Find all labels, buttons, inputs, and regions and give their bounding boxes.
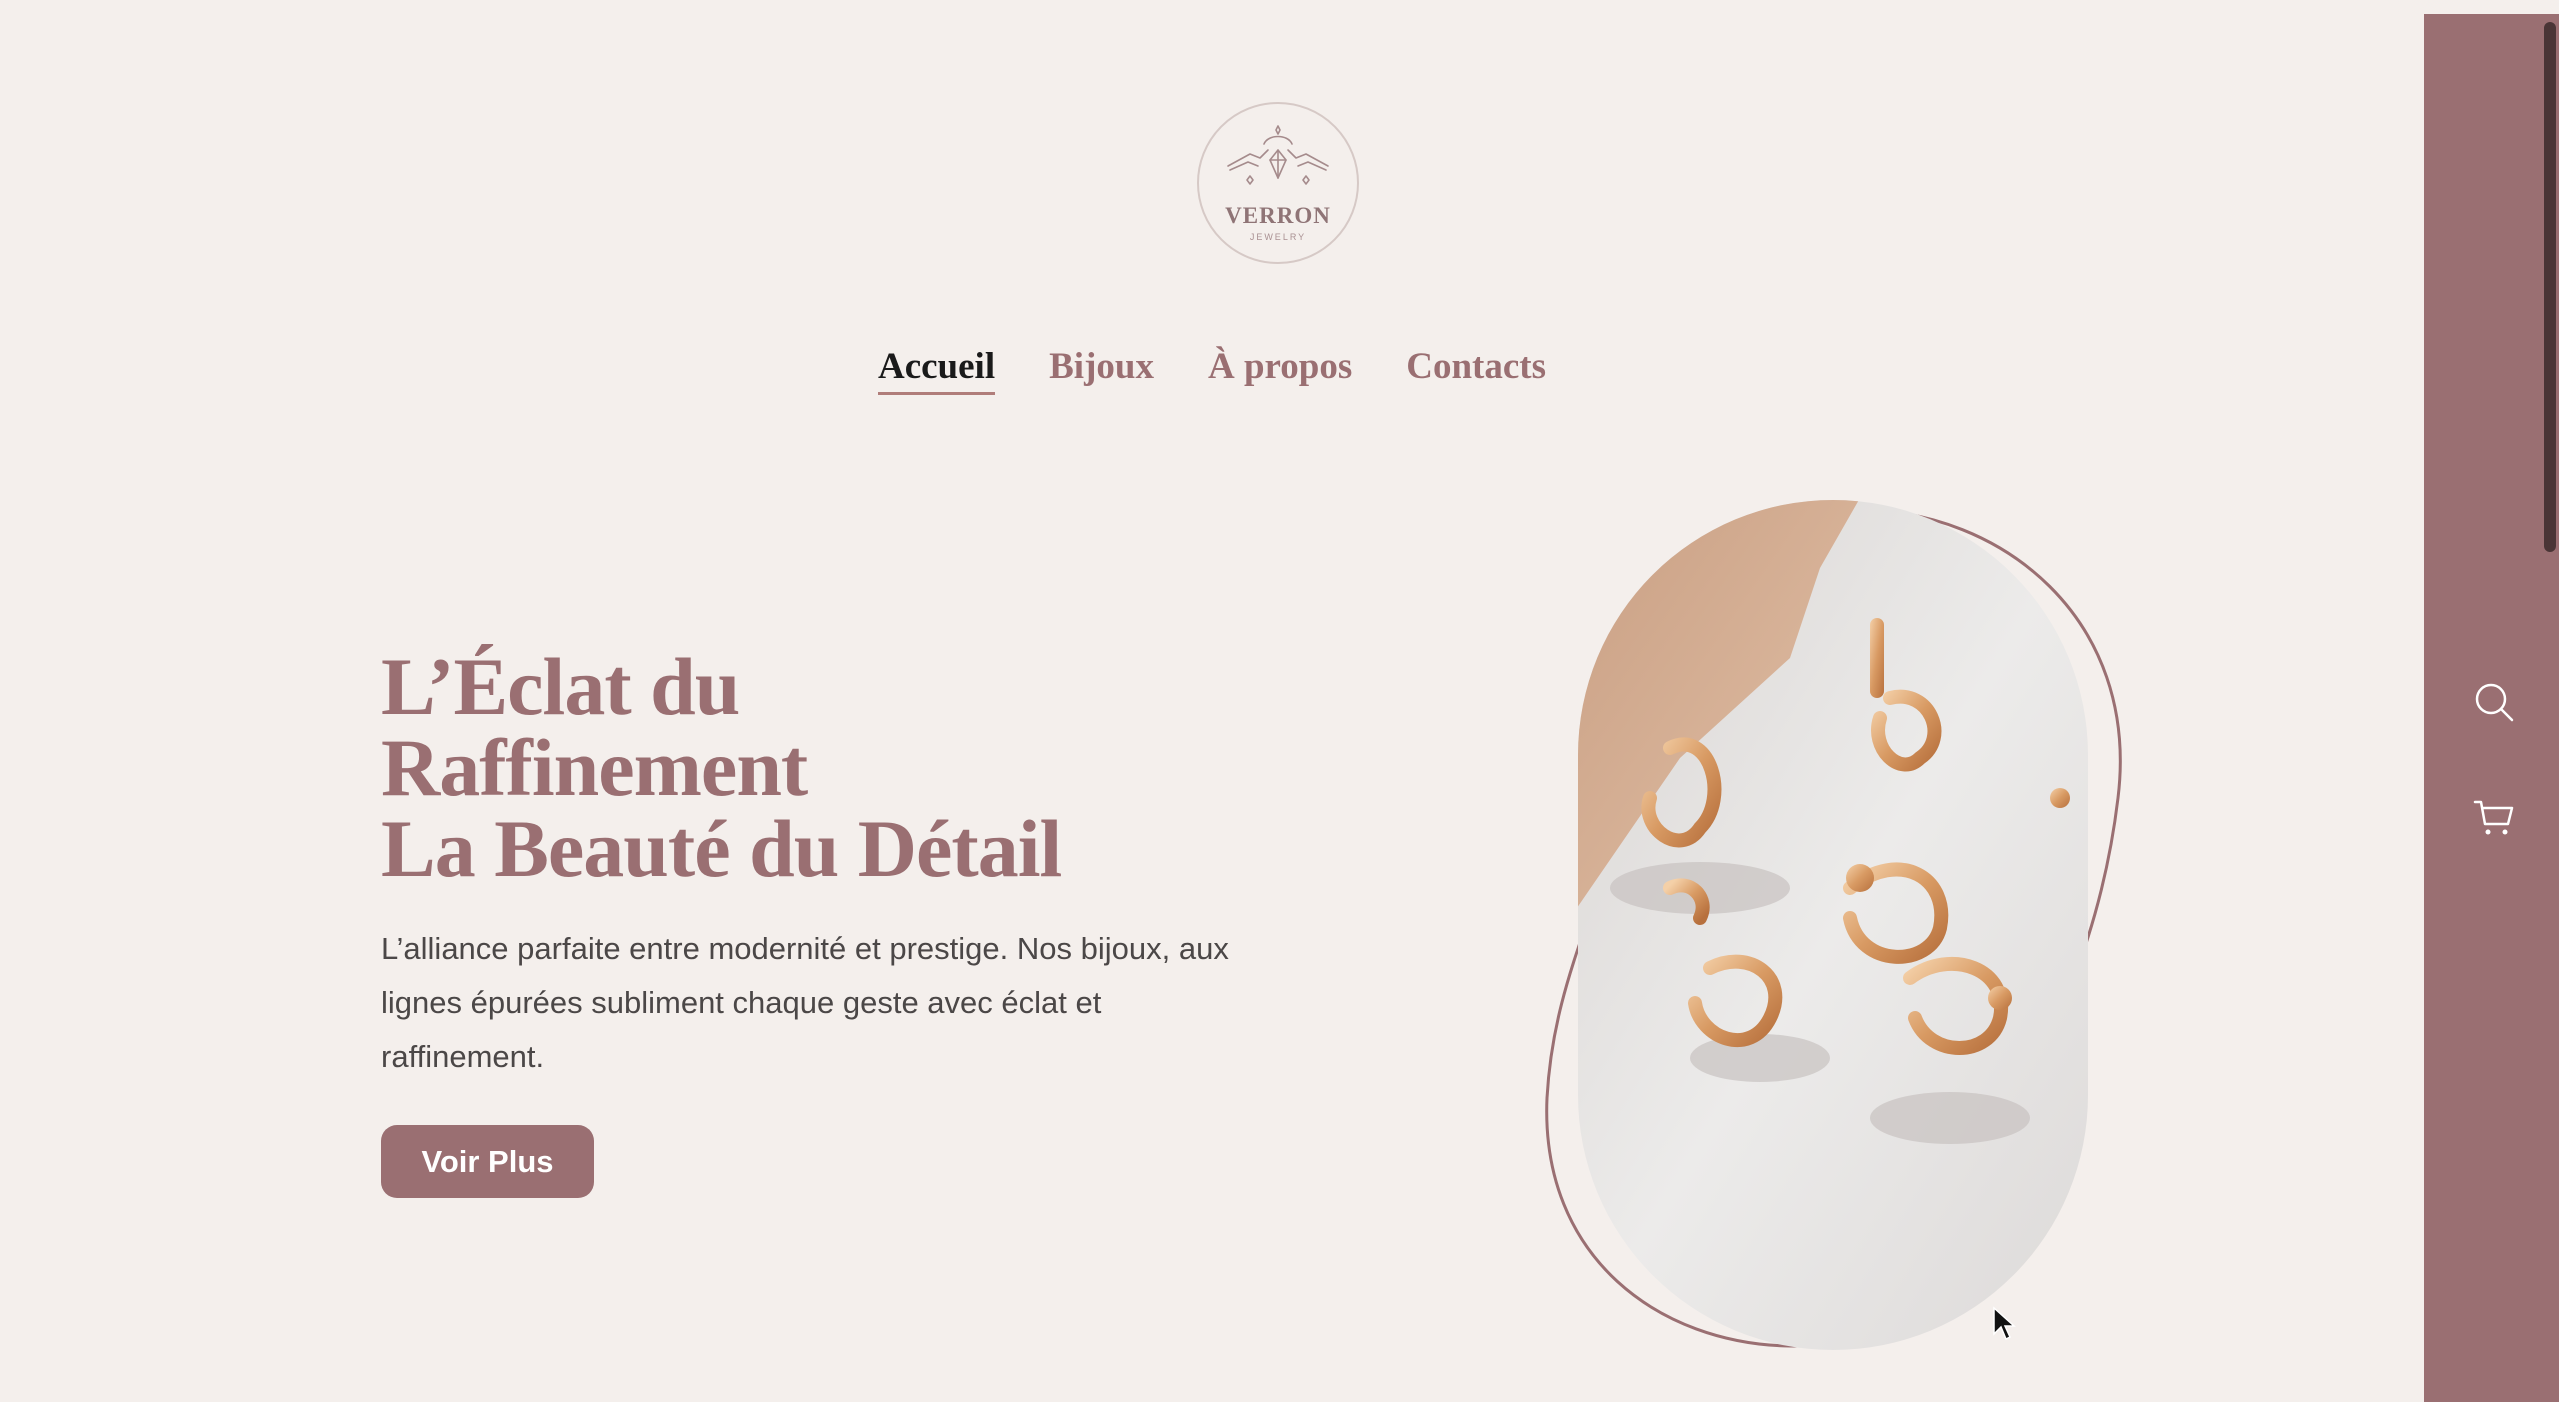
- brand-name: VERRON: [1225, 203, 1331, 228]
- brand-tagline: JEWELRY: [1249, 232, 1307, 242]
- hero-image: [1545, 500, 2122, 1350]
- nav-item-contacts[interactable]: Contacts: [1406, 342, 1546, 392]
- hero-headline: L’Éclat du Raffinement La Beauté du Déta…: [381, 641, 1062, 894]
- mouse-cursor-icon: [1993, 1306, 2016, 1341]
- nav-item-a-propos[interactable]: À propos: [1208, 342, 1352, 392]
- hero-headline-line-2: Raffinement: [381, 722, 808, 813]
- main-nav: Accueil Bijoux À propos Contacts: [0, 342, 2424, 395]
- cart-icon[interactable]: [2472, 796, 2516, 840]
- nav-item-bijoux[interactable]: Bijoux: [1049, 342, 1154, 392]
- brand-logo[interactable]: VERRON JEWELRY: [1197, 102, 1359, 264]
- scrollbar-thumb[interactable]: [2544, 22, 2556, 552]
- logo-mark-icon: [1227, 125, 1329, 185]
- search-icon[interactable]: [2472, 680, 2516, 724]
- hero-headline-line-3: La Beauté du Détail: [381, 803, 1062, 894]
- hero-description: L’alliance parfaite entre modernité et p…: [381, 931, 1229, 1074]
- nav-item-accueil[interactable]: Accueil: [877, 342, 996, 395]
- hero-headline-line-1: L’Éclat du: [381, 641, 740, 732]
- right-sidebar: [2424, 14, 2559, 1402]
- voir-plus-button[interactable]: Voir Plus: [381, 1125, 594, 1198]
